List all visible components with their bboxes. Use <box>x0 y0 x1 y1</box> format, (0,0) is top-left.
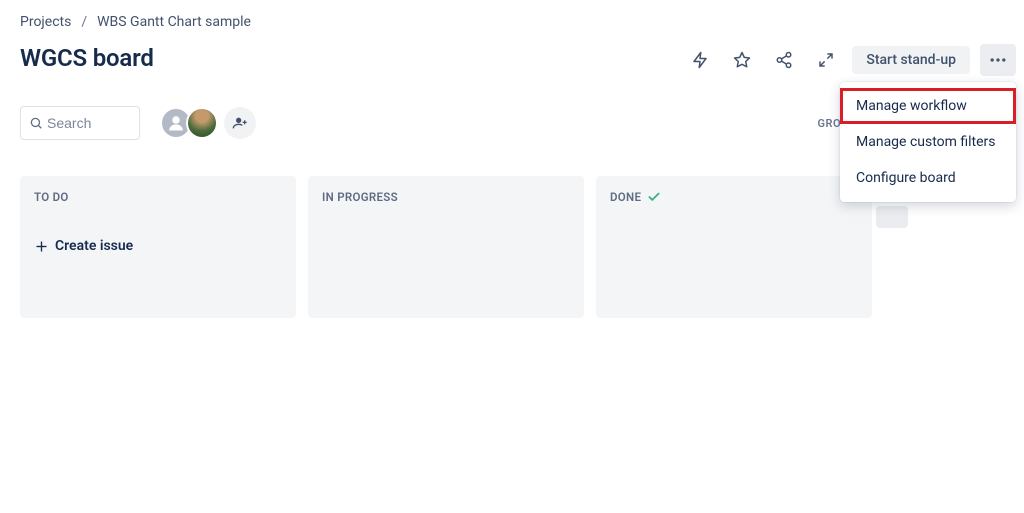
breadcrumb-project-name[interactable]: WBS Gantt Chart sample <box>97 14 251 30</box>
more-menu-button[interactable] <box>980 44 1016 76</box>
menu-configure-board[interactable]: Configure board <box>840 160 1016 196</box>
menu-manage-custom-filters[interactable]: Manage custom filters <box>840 124 1016 160</box>
start-standup-button[interactable]: Start stand-up <box>852 46 970 74</box>
column-header-in-progress[interactable]: IN PROGRESS <box>318 190 574 204</box>
avatar-user[interactable] <box>186 107 218 139</box>
menu-manage-workflow[interactable]: Manage workflow <box>840 88 1016 124</box>
more-menu-dropdown: Manage workflow Manage custom filters Co… <box>840 82 1016 202</box>
column-done: DONE <box>596 176 872 318</box>
column-todo: TO DO Create issue <box>20 176 296 318</box>
breadcrumb-separator: / <box>81 14 87 30</box>
check-icon <box>647 190 661 204</box>
search-input-container[interactable] <box>20 106 140 140</box>
fullscreen-icon[interactable] <box>810 44 842 76</box>
column-count-badge <box>876 206 908 228</box>
header-toolbar: Start stand-up <box>684 44 1016 76</box>
share-icon[interactable] <box>768 44 800 76</box>
automation-icon[interactable] <box>684 44 716 76</box>
create-issue-button[interactable]: Create issue <box>30 238 286 254</box>
column-header-todo[interactable]: TO DO <box>30 190 286 204</box>
assignee-avatars <box>160 107 256 139</box>
search-icon <box>29 116 43 130</box>
column-in-progress: IN PROGRESS <box>308 176 584 318</box>
plus-icon <box>34 239 49 254</box>
search-input[interactable] <box>47 115 131 131</box>
page-title: WGCS board <box>20 44 154 72</box>
column-header-done[interactable]: DONE <box>606 190 862 204</box>
breadcrumb-projects[interactable]: Projects <box>20 14 71 30</box>
add-person-button[interactable] <box>224 107 256 139</box>
star-icon[interactable] <box>726 44 758 76</box>
create-issue-label: Create issue <box>55 238 133 254</box>
breadcrumb: Projects / WBS Gantt Chart sample <box>20 14 1004 30</box>
